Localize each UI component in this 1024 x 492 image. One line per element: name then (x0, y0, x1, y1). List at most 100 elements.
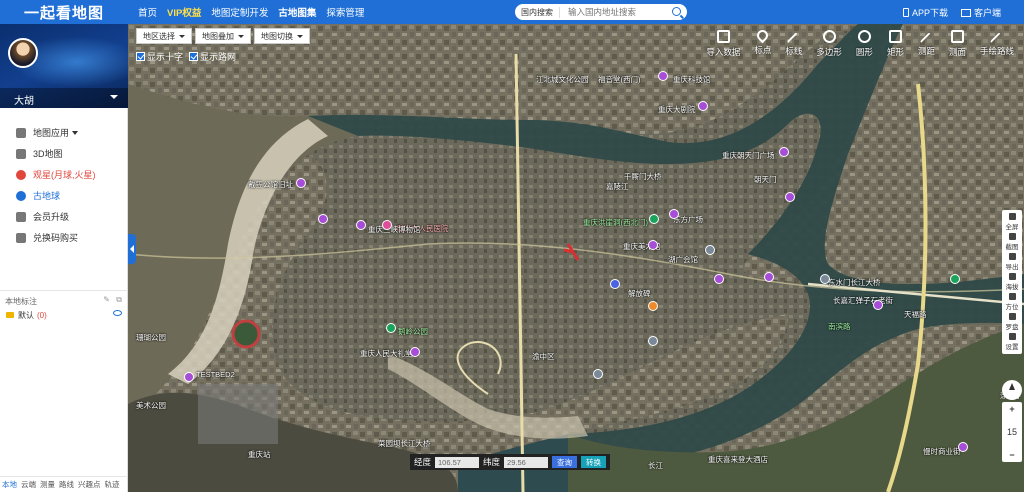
bearing-button[interactable]: 方位 (1006, 293, 1019, 311)
poi-marker[interactable] (410, 347, 420, 357)
export-button[interactable]: 导出 (1006, 253, 1019, 271)
circle-tool[interactable]: 圆形 (856, 30, 873, 58)
map-label: 千厮门大桥 (624, 172, 662, 181)
settings-button[interactable]: 设置 (1006, 333, 1019, 351)
tab-cloud[interactable]: 云端 (19, 479, 38, 490)
poi-marker[interactable] (958, 442, 968, 452)
freehand-route-tool[interactable]: 手绘路线 (980, 30, 1014, 58)
sidebar-collapse-handle[interactable] (128, 234, 136, 264)
import-data-tool[interactable]: 导入数据 (706, 30, 740, 58)
tool-label: 圆形 (855, 47, 873, 57)
client-label: 客户端 (974, 8, 1002, 18)
latitude-input[interactable]: 29.56 (504, 456, 549, 468)
tab-poi[interactable]: 兴趣点 (76, 479, 103, 490)
compass-icon (1008, 313, 1016, 320)
poi-marker[interactable] (318, 214, 328, 224)
polyline-tool[interactable]: 标线 (785, 30, 802, 58)
fullscreen-button[interactable]: 全屏 (1006, 213, 1019, 231)
compass-button[interactable]: 罗盘 (1006, 313, 1019, 331)
export-icon (1008, 253, 1016, 260)
nav-home[interactable]: 首页 (138, 5, 157, 19)
search-type-dropdown[interactable]: 国内搜索 (515, 6, 560, 18)
poi-marker[interactable] (296, 178, 306, 188)
tool-label: 导入数据 (706, 47, 741, 57)
poi-marker[interactable] (593, 369, 603, 379)
poi-marker[interactable] (658, 71, 668, 81)
measure-distance-tool[interactable]: 测距 (918, 30, 935, 58)
eye-icon[interactable] (113, 310, 122, 316)
poi-marker[interactable] (764, 272, 774, 282)
nav-explore[interactable]: 探索管理 (326, 5, 364, 19)
avatar[interactable] (8, 38, 38, 68)
tab-track[interactable]: 轨迹 (103, 479, 122, 490)
map-label: 重庆三峡博物馆 (368, 225, 421, 234)
menu-stargazing[interactable]: 观星(月球,火星) (0, 164, 127, 185)
zoom-level: 15 (1006, 427, 1017, 437)
search-icon[interactable] (672, 7, 681, 16)
search-input[interactable] (568, 7, 676, 17)
map-label: TESTBED2 (196, 370, 235, 379)
zoom-in-button[interactable]: + (1009, 404, 1014, 414)
username-bar[interactable]: 大胡 (0, 88, 128, 108)
tab-measure[interactable]: 测量 (38, 479, 57, 490)
poi-marker[interactable] (386, 323, 396, 333)
marker-tool[interactable]: 标点 (754, 27, 772, 58)
poi-marker[interactable] (698, 101, 708, 111)
edit-icon[interactable]: ✎ (103, 295, 110, 304)
elevation-button[interactable]: 海拔 (1006, 273, 1019, 291)
north-arrow-icon[interactable] (1002, 380, 1022, 400)
poi-marker[interactable] (873, 300, 883, 310)
area-icon (950, 30, 964, 43)
app-download-link[interactable]: APP下载 (903, 6, 948, 19)
poi-marker[interactable] (610, 279, 620, 289)
zoom-out-button[interactable]: − (1009, 450, 1014, 460)
poi-marker[interactable] (648, 336, 658, 346)
map-overlay-dropdown[interactable]: 地图叠加 (195, 28, 251, 44)
poi-marker[interactable] (785, 192, 795, 202)
screenshot-button[interactable]: 截图 (1006, 233, 1019, 251)
caret-down-icon (72, 130, 79, 135)
longitude-input[interactable]: 106.57 (435, 456, 480, 468)
map-switch-dropdown[interactable]: 地图切换 (254, 28, 310, 44)
show-crosshair-checkbox[interactable]: 显示十字 (136, 50, 183, 63)
poi-marker[interactable] (714, 274, 724, 284)
satellite-map[interactable]: 地区选择 地图叠加 地图切换 显示十字 显示路网 导入数据 标点 标线 多边形 … (128, 24, 1024, 492)
nav-vip[interactable]: VIP权益 (167, 5, 201, 19)
poi-marker[interactable] (648, 240, 658, 250)
polygon-tool[interactable]: 多边形 (816, 30, 842, 58)
poi-marker[interactable] (184, 372, 194, 382)
map-label: 重庆喜来登大酒店 (708, 455, 768, 464)
poi-marker[interactable] (669, 209, 679, 219)
menu-map-apps[interactable]: 地图应用 (0, 122, 127, 143)
nav-custom-dev[interactable]: 地图定制开发 (211, 5, 268, 19)
poi-marker[interactable] (356, 220, 366, 230)
site-logo[interactable]: 一起看地图 (0, 0, 128, 24)
convert-button[interactable]: 转换 (581, 456, 607, 468)
menu-redeem-code[interactable]: 兑换码购买 (0, 227, 127, 248)
folder-item[interactable]: 默认 (0) (0, 308, 128, 322)
poi-marker[interactable] (950, 274, 960, 284)
menu-membership[interactable]: 会员升级 (0, 206, 127, 227)
tool-label: 标点 (754, 45, 772, 55)
region-select-dropdown[interactable]: 地区选择 (136, 28, 192, 44)
poi-marker[interactable] (820, 274, 830, 284)
client-link[interactable]: 客户端 (961, 6, 1001, 19)
measure-area-tool[interactable]: 测面 (949, 30, 966, 58)
rectangle-icon (888, 30, 902, 43)
map-label: 重庆朝天门广场 (722, 151, 775, 160)
menu-ancient-earth[interactable]: 古地球 (0, 185, 127, 206)
rectangle-tool[interactable]: 矩形 (887, 30, 904, 58)
copy-icon[interactable]: ⧉ (116, 295, 122, 305)
poi-marker[interactable] (649, 214, 659, 224)
nav-ancient-maps[interactable]: 古地图集 (278, 5, 316, 19)
poi-marker[interactable] (705, 245, 715, 255)
show-roads-checkbox[interactable]: 显示路网 (189, 50, 236, 63)
tab-route[interactable]: 路线 (57, 479, 76, 490)
poi-marker[interactable] (779, 147, 789, 157)
polygon-icon (822, 30, 836, 43)
poi-marker[interactable] (648, 301, 658, 311)
poi-marker[interactable] (382, 220, 392, 230)
query-button[interactable]: 查询 (552, 456, 578, 468)
tab-local[interactable]: 本地 (0, 479, 19, 490)
menu-3d-map[interactable]: 3D地图 (0, 143, 127, 164)
